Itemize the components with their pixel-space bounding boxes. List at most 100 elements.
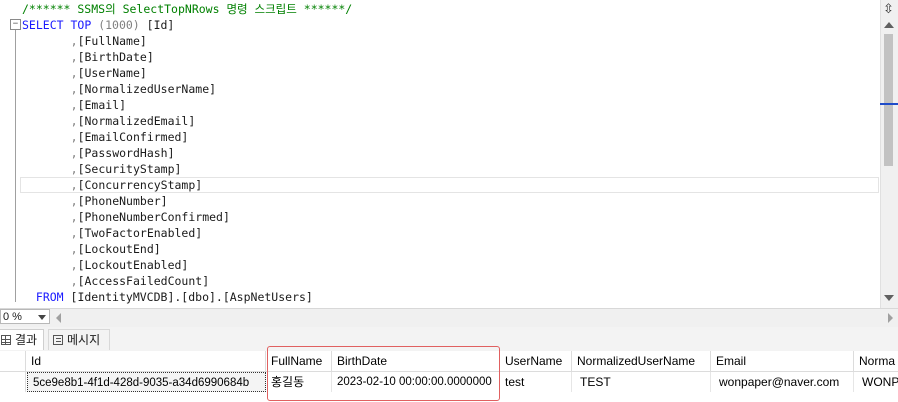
sql-token: , bbox=[70, 98, 78, 112]
code-text: ,[Email] bbox=[71, 97, 126, 113]
code-text: ,[PhoneNumber] bbox=[71, 193, 168, 209]
zoom-scroll-strip bbox=[0, 308, 898, 327]
scroll-left-arrow-icon[interactable] bbox=[56, 313, 61, 323]
sql-keyword: FROM bbox=[35, 290, 64, 304]
grid-corner[interactable] bbox=[0, 351, 26, 372]
scroll-up-arrow-icon[interactable] bbox=[884, 22, 894, 28]
code-line: ,[UserName] bbox=[0, 65, 880, 81]
sql-keyword: SELECT bbox=[22, 18, 64, 32]
sql-token: [UserName] bbox=[77, 66, 147, 80]
row-header[interactable] bbox=[0, 372, 26, 392]
code-line: ,[AccessFailedCount] bbox=[0, 273, 880, 289]
sql-token: , bbox=[70, 194, 78, 208]
sql-token: [FullName] bbox=[77, 34, 147, 48]
code-line: ,[ConcurrencyStamp] bbox=[0, 177, 880, 193]
sql-token: [ConcurrencyStamp] bbox=[77, 178, 203, 192]
caret-position-marker bbox=[880, 103, 898, 105]
sql-token: , bbox=[70, 178, 78, 192]
sql-token: , bbox=[70, 130, 78, 144]
cell-id[interactable]: 5ce9e8b1-4f1d-428d-9035-a34d6990684b bbox=[27, 372, 266, 392]
cell-normalizedemail[interactable]: WONP bbox=[854, 372, 898, 392]
code-text: ,[FullName] bbox=[71, 33, 147, 49]
tab-results-label: 결과 bbox=[15, 333, 38, 347]
code-text: ,[AccessFailedCount] bbox=[71, 273, 210, 289]
code-line: SELECT TOP (1000) [Id] bbox=[0, 17, 880, 33]
scroll-down-arrow-icon[interactable] bbox=[884, 295, 894, 301]
cell-normalizedusername[interactable]: TEST bbox=[572, 372, 711, 392]
sql-token: [LockoutEnd] bbox=[77, 242, 161, 256]
sql-token: (1000) bbox=[91, 18, 147, 32]
code-text: ,[PhoneNumberConfirmed] bbox=[71, 209, 230, 225]
code-line: ,[LockoutEnd] bbox=[0, 241, 880, 257]
column-header-birthdate[interactable]: BirthDate bbox=[332, 351, 500, 372]
scroll-right-arrow-icon[interactable] bbox=[888, 313, 893, 323]
sql-token: , bbox=[70, 210, 78, 224]
sql-token: [Email] bbox=[77, 98, 127, 112]
code-line: ,[SecurityStamp] bbox=[0, 161, 880, 177]
code-line: ,[TwoFactorEnabled] bbox=[0, 225, 880, 241]
sql-token: [TwoFactorEnabled] bbox=[77, 226, 203, 240]
sql-token: , bbox=[70, 66, 78, 80]
sql-token: [NormalizedUserName] bbox=[77, 82, 217, 96]
zoom-dropdown-chevron-icon[interactable] bbox=[38, 315, 46, 320]
split-editor-icon[interactable]: ⇳ bbox=[881, 2, 896, 17]
code-text: ,[LockoutEnabled] bbox=[71, 257, 189, 273]
code-line: ,[NormalizedEmail] bbox=[0, 113, 880, 129]
sql-token: [PhoneNumberConfirmed] bbox=[77, 210, 230, 224]
code-text: ,[LockoutEnd] bbox=[71, 241, 161, 257]
column-header-id[interactable]: Id bbox=[26, 351, 266, 372]
cell-fullname[interactable]: 홍길동 bbox=[266, 372, 332, 392]
code-text: ,[PasswordHash] bbox=[71, 145, 175, 161]
code-text: ,[NormalizedEmail] bbox=[71, 113, 196, 129]
code-text: FROM [IdentityMVCDB].[dbo].[AspNetUsers] bbox=[36, 289, 313, 305]
grid-icon bbox=[1, 335, 11, 345]
sql-token: [BirthDate] bbox=[77, 50, 154, 64]
code-text: ,[TwoFactorEnabled] bbox=[71, 225, 203, 241]
sql-token: , bbox=[70, 82, 78, 96]
code-text: SELECT TOP (1000) [Id] bbox=[22, 17, 174, 33]
cell-email[interactable]: wonpaper@naver.com bbox=[711, 372, 854, 392]
code-line: ,[BirthDate] bbox=[0, 49, 880, 65]
sql-token: , bbox=[70, 258, 78, 272]
sql-token: , bbox=[70, 226, 78, 240]
scroll-thumb[interactable] bbox=[884, 34, 893, 166]
comment-line: /****** SSMS의 SelectTopNRows 명령 스크립트 ***… bbox=[0, 1, 880, 17]
code-text: ,[SecurityStamp] bbox=[71, 161, 182, 177]
code-line: ,[LockoutEnabled] bbox=[0, 257, 880, 273]
comment-text: /****** SSMS의 SelectTopNRows 명령 스크립트 ***… bbox=[22, 2, 353, 16]
sql-token: , bbox=[70, 50, 78, 64]
sql-token: [AccessFailedCount] bbox=[77, 274, 210, 288]
sql-keyword: TOP bbox=[70, 18, 92, 32]
code-line: ,[PasswordHash] bbox=[0, 145, 880, 161]
code-text: /****** SSMS의 SelectTopNRows 명령 스크립트 ***… bbox=[22, 1, 352, 17]
code-line: ,[Email] bbox=[0, 97, 880, 113]
cell-birthdate[interactable]: 2023-02-10 00:00:00.0000000 bbox=[332, 372, 500, 392]
sql-token: , bbox=[70, 162, 78, 176]
code-text: ,[BirthDate] bbox=[71, 49, 154, 65]
column-header-normalizedusername[interactable]: NormalizedUserName bbox=[572, 351, 711, 372]
code-line: ,[EmailConfirmed] bbox=[0, 129, 880, 145]
sql-token: [Id] bbox=[146, 18, 175, 32]
sql-editor[interactable]: − /****** SSMS의 SelectTopNRows 명령 스크립트 *… bbox=[0, 0, 880, 308]
sql-token: , bbox=[70, 242, 78, 256]
tab-results[interactable]: 결과 bbox=[0, 329, 44, 350]
column-header-username[interactable]: UserName bbox=[500, 351, 572, 372]
results-tab-bar bbox=[0, 327, 898, 352]
column-header-fullname[interactable]: FullName bbox=[266, 351, 332, 372]
column-header-email[interactable]: Email bbox=[711, 351, 854, 372]
code-line: ,[PhoneNumberConfirmed] bbox=[0, 209, 880, 225]
code-line: ,[NormalizedUserName] bbox=[0, 81, 880, 97]
cell-username[interactable]: test bbox=[500, 372, 572, 392]
code-text: ,[NormalizedUserName] bbox=[71, 81, 216, 97]
column-header-normalizedemail[interactable]: Norma bbox=[854, 351, 898, 372]
sql-token: [IdentityMVCDB].[dbo].[AspNetUsers] bbox=[63, 290, 313, 304]
sql-token: [SecurityStamp] bbox=[77, 162, 182, 176]
code-line: FROM [IdentityMVCDB].[dbo].[AspNetUsers] bbox=[0, 289, 880, 305]
sql-token: [PhoneNumber] bbox=[77, 194, 168, 208]
tab-messages[interactable]: 메시지 bbox=[48, 329, 110, 350]
sql-token: , bbox=[70, 114, 78, 128]
code-line: ,[FullName] bbox=[0, 33, 880, 49]
sql-token: [NormalizedEmail] bbox=[77, 114, 196, 128]
sql-token: , bbox=[70, 34, 78, 48]
tab-messages-label: 메시지 bbox=[67, 333, 101, 347]
